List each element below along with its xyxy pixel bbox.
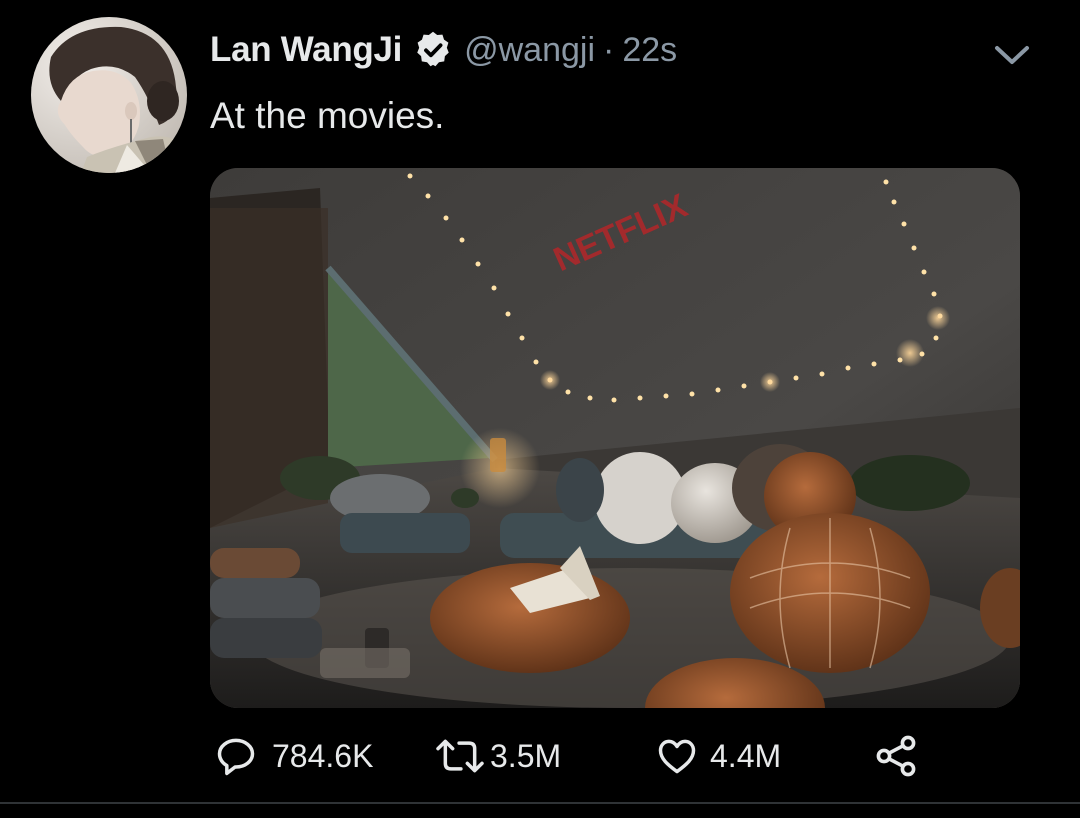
reply-icon: [217, 738, 255, 776]
avatar[interactable]: [31, 17, 187, 173]
heart-icon: [658, 739, 696, 774]
like-count: 4.4M: [710, 737, 782, 774]
tweet-text: At the movies.: [210, 95, 445, 136]
chevron-down-icon: [995, 46, 1029, 64]
separator-dot: ·: [603, 30, 615, 69]
tweet-actions: 784.6K 3.5M 4.4M: [0, 728, 1080, 784]
like-button[interactable]: 4.4M: [654, 728, 781, 784]
verified-badge-icon: [412, 29, 454, 71]
media-image: NETFLIX: [210, 168, 1020, 708]
reply-button[interactable]: 784.6K: [214, 728, 373, 784]
retweet-icon: [436, 739, 484, 773]
share-icon: [876, 735, 916, 777]
avatar-image: [31, 17, 187, 173]
timestamp[interactable]: 22s: [622, 31, 677, 70]
tweet-divider: [0, 802, 1080, 804]
tweet-header: Lan WangJi @wangji · 22s: [210, 28, 677, 72]
retweet-button[interactable]: 3.5M: [432, 728, 561, 784]
display-name[interactable]: Lan WangJi: [210, 30, 402, 70]
tweet-media[interactable]: NETFLIX: [210, 168, 1020, 708]
reply-count: 784.6K: [272, 737, 374, 774]
retweet-count: 3.5M: [490, 737, 562, 774]
share-button[interactable]: [872, 728, 920, 784]
handle[interactable]: @wangji: [464, 31, 595, 70]
more-options-button[interactable]: [991, 40, 1033, 72]
tweet[interactable]: Lan WangJi @wangji · 22s At the movies.: [0, 0, 1080, 818]
